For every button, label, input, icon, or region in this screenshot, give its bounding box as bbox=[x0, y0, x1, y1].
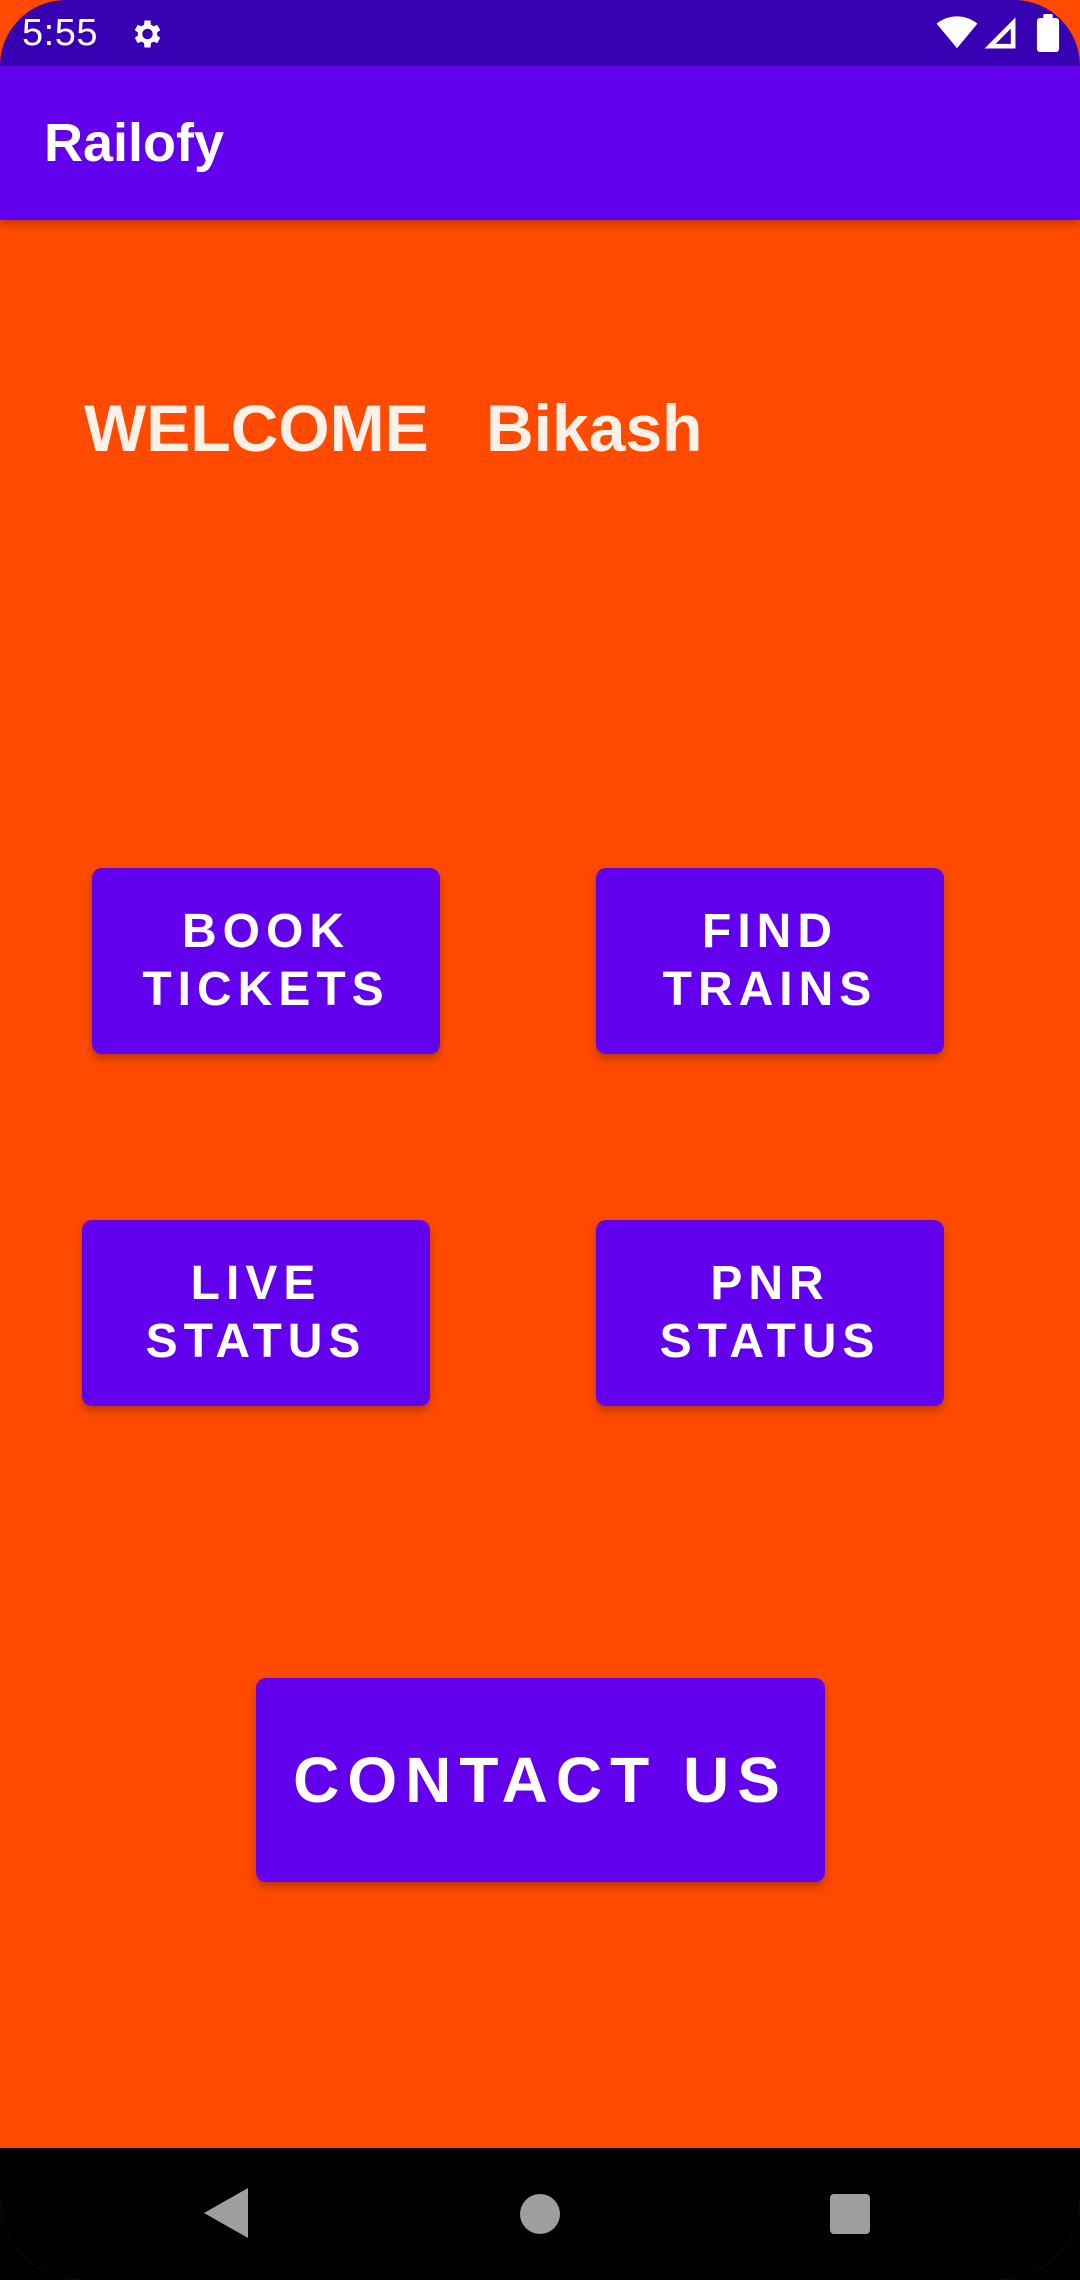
pnr-status-label-line1: PNR bbox=[710, 1257, 830, 1310]
book-tickets-label-line2: TICKETS bbox=[142, 963, 390, 1016]
app-toolbar: Railofy bbox=[0, 66, 1080, 220]
live-status-button[interactable]: LIVE STATUS bbox=[82, 1220, 430, 1406]
navigation-bar bbox=[0, 2148, 1080, 2280]
pnr-status-button[interactable]: PNR STATUS bbox=[596, 1220, 944, 1406]
gear-icon bbox=[134, 20, 161, 48]
find-trains-label-line1: FIND bbox=[702, 905, 838, 958]
live-status-label-line2: STATUS bbox=[145, 1315, 367, 1368]
find-trains-label-line2: TRAINS bbox=[662, 963, 878, 1016]
recents-icon[interactable] bbox=[830, 2194, 870, 2234]
contact-us-button[interactable]: CONTACT US bbox=[256, 1678, 825, 1882]
book-tickets-label-line1: BOOK bbox=[182, 905, 350, 958]
app-title: Railofy bbox=[44, 113, 225, 173]
battery-icon bbox=[1036, 14, 1060, 52]
status-bar: 5:55 bbox=[0, 0, 1080, 66]
find-trains-button[interactable]: FIND TRAINS bbox=[596, 868, 944, 1054]
welcome-label: WELCOME bbox=[84, 391, 429, 465]
back-icon[interactable] bbox=[204, 2188, 248, 2238]
status-time: 5:55 bbox=[22, 12, 98, 54]
book-tickets-button[interactable]: BOOK TICKETS bbox=[92, 868, 440, 1054]
app-screen: 5:55 Railofy WELCOME Bikash BOOK TICKETS… bbox=[0, 0, 1080, 2280]
wifi-icon bbox=[936, 16, 978, 49]
user-name: Bikash bbox=[486, 391, 703, 465]
live-status-label-line1: LIVE bbox=[190, 1257, 322, 1310]
contact-us-label: CONTACT US bbox=[293, 1744, 788, 1816]
home-icon[interactable] bbox=[520, 2194, 560, 2234]
signal-icon bbox=[984, 17, 1016, 49]
pnr-status-label-line2: STATUS bbox=[659, 1315, 881, 1368]
